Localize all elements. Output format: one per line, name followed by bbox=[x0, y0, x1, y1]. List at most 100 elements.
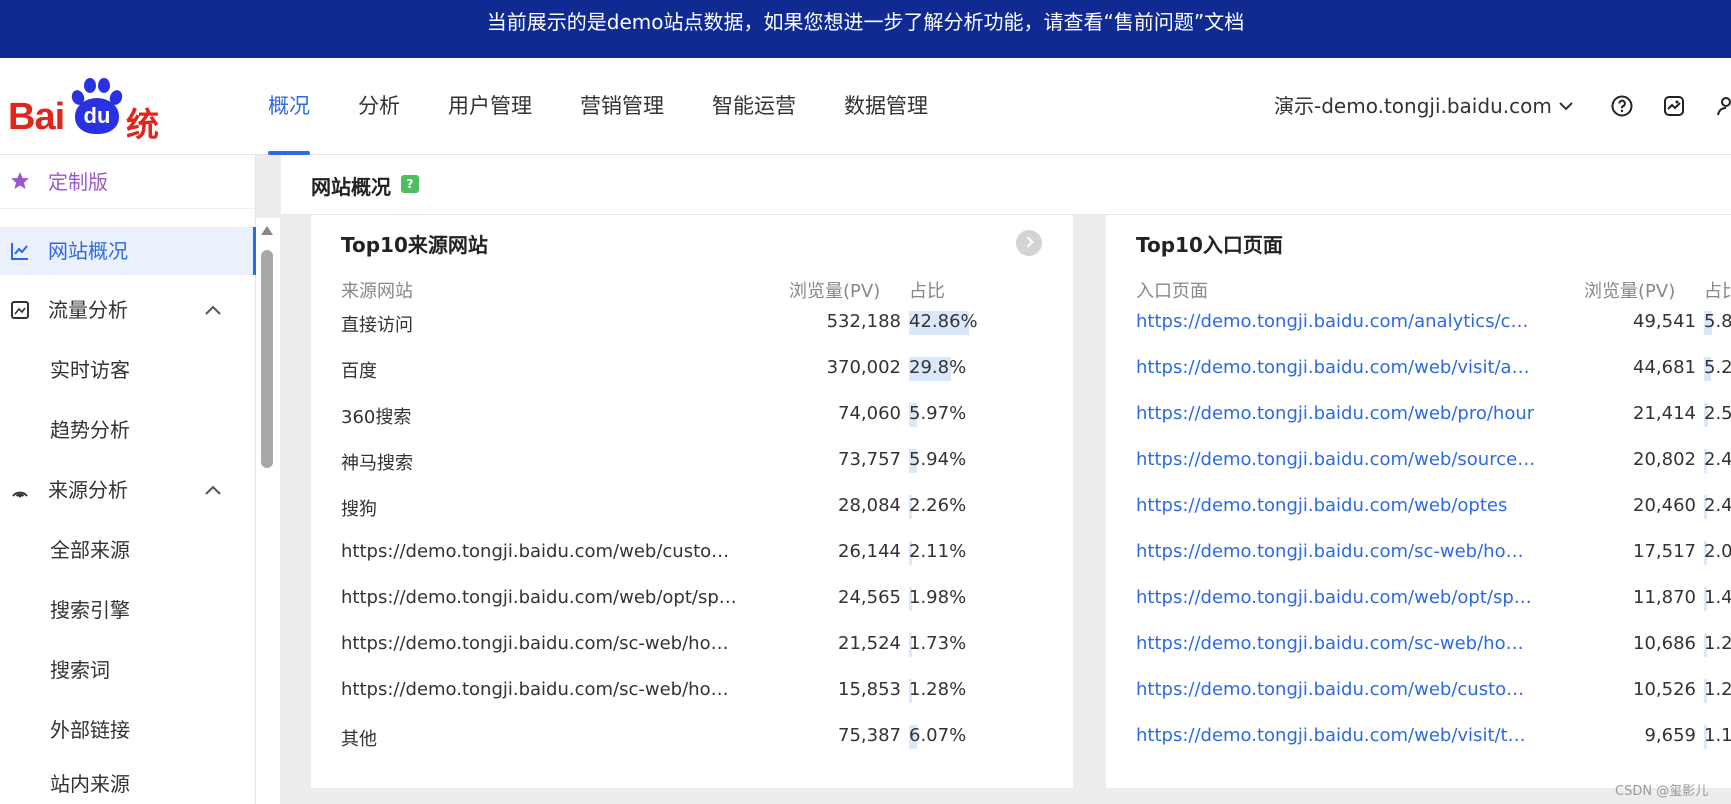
menu-item-analysis[interactable]: 分析 bbox=[358, 58, 400, 155]
baidu-tongji-logo[interactable]: Bai du 统计 bbox=[8, 76, 188, 192]
sidebar-item-label: 网站概况 bbox=[48, 239, 128, 263]
column-header-source: 来源网站 bbox=[341, 281, 413, 302]
table-row: https://demo.tongji.baidu.com/web/optes 2… bbox=[1106, 495, 1731, 541]
source-name: https://demo.tongji.baidu.com/sc-web/hom… bbox=[341, 633, 741, 654]
column-header-share: 占比 bbox=[1704, 281, 1731, 302]
help-icon[interactable] bbox=[1610, 94, 1634, 118]
entry-page-link[interactable]: https://demo.tongji.baidu.com/analytics/… bbox=[1136, 311, 1536, 332]
signal-icon bbox=[12, 491, 28, 498]
source-name: 百度 bbox=[341, 361, 377, 382]
pv-value: 15,853 bbox=[838, 679, 901, 700]
message-icon[interactable] bbox=[1662, 94, 1686, 118]
help-badge-icon[interactable]: ? bbox=[401, 175, 419, 193]
pv-value: 24,565 bbox=[838, 587, 901, 608]
source-name: https://demo.tongji.baidu.com/sc-web/hom… bbox=[341, 679, 741, 700]
share-value: 5.85% bbox=[1704, 311, 1731, 332]
pv-value: 73,757 bbox=[838, 449, 901, 470]
line-chart-icon bbox=[11, 243, 28, 260]
table-row: https://demo.tongji.baidu.com/web/pro/ho… bbox=[1106, 403, 1731, 449]
menu-item-data-management[interactable]: 数据管理 bbox=[844, 58, 928, 155]
sidebar-subitem-realtime-visitors[interactable]: 实时访客 bbox=[50, 346, 130, 394]
share-cell: 1.73% bbox=[909, 633, 966, 657]
share-cell: 1.98% bbox=[909, 587, 967, 611]
share-value: 2.53% bbox=[1704, 403, 1731, 424]
source-name: 360搜索 bbox=[341, 407, 412, 428]
pv-value: 11,870 bbox=[1633, 587, 1696, 608]
source-name: 神马搜索 bbox=[341, 453, 413, 474]
share-value: 2.11% bbox=[909, 541, 967, 562]
share-value: 2.07% bbox=[1704, 541, 1731, 562]
sidebar-subitem-search-terms[interactable]: 搜索词 bbox=[50, 646, 110, 694]
entry-page-link[interactable]: https://demo.tongji.baidu.com/sc-web/hom… bbox=[1136, 541, 1536, 562]
table-row: https://demo.tongji.baidu.com/web/visit/… bbox=[1106, 357, 1731, 403]
sidebar-item-source-analysis[interactable]: 来源分析 bbox=[0, 466, 256, 514]
sidebar-subitem-trend-analysis[interactable]: 趋势分析 bbox=[50, 406, 130, 454]
column-header-pv: 浏览量(PV) bbox=[789, 281, 881, 302]
entry-page-link[interactable]: https://demo.tongji.baidu.com/web/visit/… bbox=[1136, 357, 1536, 378]
share-cell: 5.28% bbox=[1704, 357, 1731, 381]
pv-value: 20,460 bbox=[1633, 495, 1696, 516]
entry-page-link[interactable]: https://demo.tongji.baidu.com/sc-web/hom… bbox=[1136, 633, 1536, 654]
column-header-share: 占比 bbox=[909, 281, 945, 302]
pv-value: 10,686 bbox=[1633, 633, 1696, 654]
chevron-up-icon[interactable] bbox=[204, 482, 222, 498]
share-value: 6.07% bbox=[909, 725, 967, 746]
table-row: https://demo.tongji.baidu.com/web/custom… bbox=[311, 541, 1073, 587]
entry-page-link[interactable]: https://demo.tongji.baidu.com/web/optes bbox=[1136, 495, 1536, 516]
table-row: 直接访问 532,188 42.86% bbox=[311, 311, 1073, 357]
entry-page-link[interactable]: https://demo.tongji.baidu.com/web/visit/… bbox=[1136, 725, 1536, 746]
share-value: 1.4% bbox=[1704, 587, 1731, 608]
entry-page-link[interactable]: https://demo.tongji.baidu.com/web/opt/sp… bbox=[1136, 587, 1536, 608]
sidebar-subitem-all-sources[interactable]: 全部来源 bbox=[50, 526, 130, 574]
pv-value: 20,802 bbox=[1633, 449, 1696, 470]
more-arrow-icon[interactable] bbox=[1016, 230, 1042, 256]
share-value: 1.98% bbox=[909, 587, 967, 608]
table-row: https://demo.tongji.baidu.com/sc-web/hom… bbox=[1106, 541, 1731, 587]
share-value: 29.8% bbox=[909, 357, 967, 378]
share-value: 1.24% bbox=[1704, 679, 1731, 700]
card-title: Top10入口页面 bbox=[1136, 233, 1283, 257]
user-icon[interactable] bbox=[1714, 94, 1731, 118]
share-value: 2.26% bbox=[909, 495, 967, 516]
sidebar: 定制版 网站概况 流量分析 实时访客 趋势分析 来源分析 全部来源 搜索引擎 搜… bbox=[0, 155, 256, 804]
site-selector[interactable]: 演示-demo.tongji.baidu.com bbox=[1274, 58, 1552, 155]
share-value: 5.28% bbox=[1704, 357, 1731, 378]
table-row: https://demo.tongji.baidu.com/web/opt/sp… bbox=[1106, 587, 1731, 633]
chevron-up-icon[interactable] bbox=[204, 302, 222, 318]
share-value: 1.14% bbox=[1704, 725, 1731, 746]
menu-item-user-management[interactable]: 用户管理 bbox=[448, 58, 532, 155]
entry-page-link[interactable]: https://demo.tongji.baidu.com/web/custom… bbox=[1136, 679, 1536, 700]
source-name: 直接访问 bbox=[341, 315, 413, 336]
menu-item-marketing[interactable]: 营销管理 bbox=[580, 58, 664, 155]
sidebar-item-label: 流量分析 bbox=[48, 298, 128, 322]
share-cell: 2.11% bbox=[909, 541, 967, 565]
sidebar-item-site-overview[interactable]: 网站概况 bbox=[0, 227, 256, 275]
menu-item-overview[interactable]: 概况 bbox=[268, 58, 310, 155]
sidebar-subitem-internal-sources[interactable]: 站内来源 bbox=[50, 760, 130, 804]
share-cell: 2.26% bbox=[909, 495, 967, 519]
menu-item-smart-ops[interactable]: 智能运营 bbox=[712, 58, 796, 155]
share-cell: 5.85% bbox=[1704, 311, 1731, 335]
share-cell: 1.24% bbox=[1704, 679, 1731, 703]
share-value: 2.42% bbox=[1704, 495, 1731, 516]
sidebar-item-custom-edition[interactable]: 定制版 bbox=[0, 155, 256, 209]
chevron-down-icon[interactable] bbox=[1556, 96, 1576, 116]
sidebar-item-traffic-analysis[interactable]: 流量分析 bbox=[0, 286, 256, 334]
sidebar-scrollbar-thumb[interactable] bbox=[261, 250, 273, 468]
table-row: 搜狗 28,084 2.26% bbox=[311, 495, 1073, 541]
table-row: 百度 370,002 29.8% bbox=[311, 357, 1073, 403]
sidebar-subitem-external-links[interactable]: 外部链接 bbox=[50, 706, 130, 754]
share-cell: 5.97% bbox=[909, 403, 966, 427]
sidebar-item-label: 来源分析 bbox=[48, 478, 128, 502]
paw-icon: du bbox=[69, 76, 125, 136]
entry-page-link[interactable]: https://demo.tongji.baidu.com/web/source… bbox=[1136, 449, 1536, 470]
pv-value: 17,517 bbox=[1633, 541, 1696, 562]
entry-page-link[interactable]: https://demo.tongji.baidu.com/web/pro/ho… bbox=[1136, 403, 1536, 424]
pv-value: 44,681 bbox=[1633, 357, 1696, 378]
share-cell: 1.4% bbox=[1704, 587, 1731, 611]
pv-value: 49,541 bbox=[1633, 311, 1696, 332]
scroll-up-arrow-icon[interactable] bbox=[261, 226, 273, 235]
demo-notice-banner: 当前展示的是demo站点数据，如果您想进一步了解分析功能，请查看“售前问题”文档 bbox=[0, 0, 1731, 58]
top-navigation: Bai du 统计 概况 分析 用户管理 营销管理 智能运营 数据管理 演示-d… bbox=[0, 58, 1731, 192]
sidebar-subitem-search-engines[interactable]: 搜索引擎 bbox=[50, 586, 130, 634]
